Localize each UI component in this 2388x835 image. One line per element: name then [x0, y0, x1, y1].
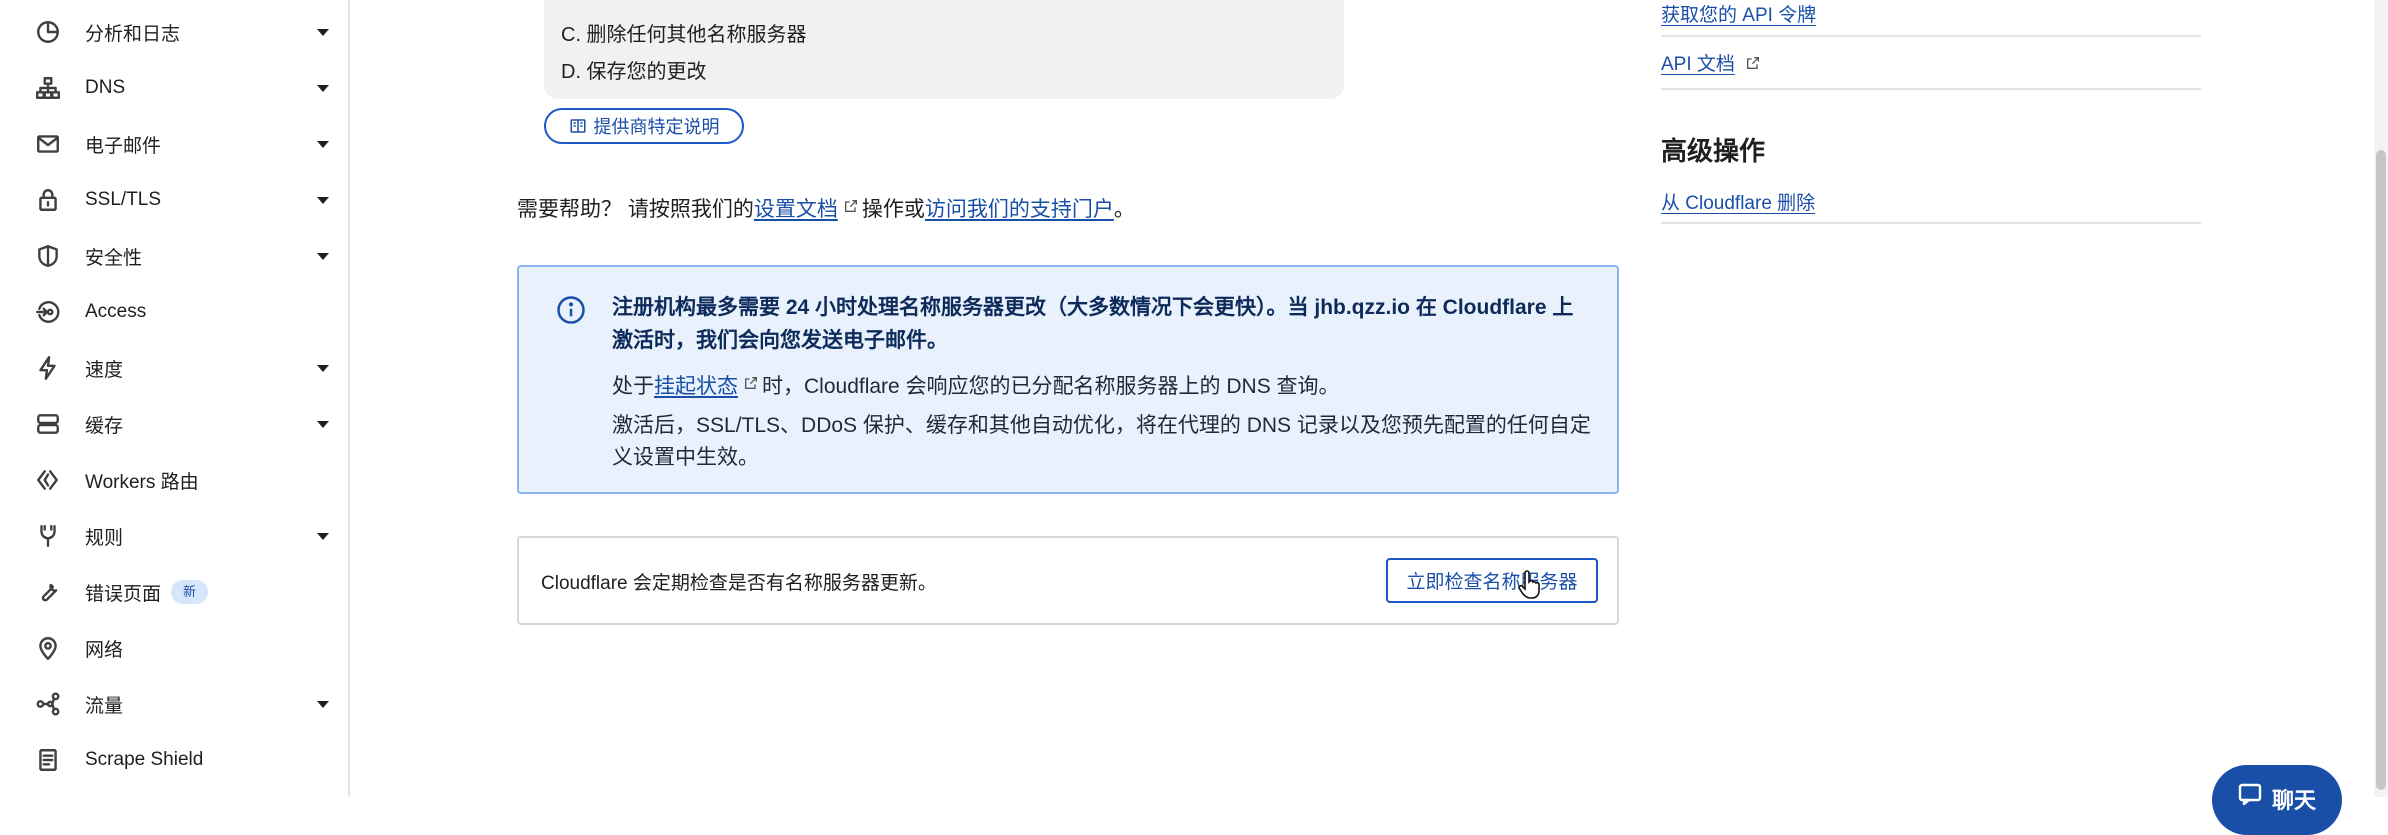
workers-icon	[34, 466, 62, 494]
pending-prefix: 处于	[612, 375, 654, 398]
advanced-actions-heading: 高级操作	[1661, 136, 1766, 166]
sitemap-icon	[34, 74, 62, 102]
sidebar-item-label: 速度	[85, 359, 124, 381]
activation-info-box: 注册机构最多需要 24 小时处理名称服务器更改（大多数情况下会更快）。当 jhb…	[517, 265, 1619, 494]
chevron-down-icon	[317, 28, 329, 36]
pending-suffix: 时，Cloudflare 会响应您的已分配名称服务器上的 DNS 查询。	[762, 375, 1340, 398]
setup-docs-link[interactable]: 设置文档	[754, 198, 838, 221]
check-nameservers-button[interactable]: 立即检查名称服务器	[1386, 558, 1598, 603]
sidebar-item-rules[interactable]: 规则	[0, 508, 348, 564]
chat-label: 聊天	[2271, 788, 2316, 813]
sidebar-item-label: Access	[85, 301, 147, 322]
sidebar-item-workers-routes[interactable]: Workers 路由	[0, 452, 348, 508]
sidebar-nav: 分析和日志 DNS 电子邮件 SSL/TLS 安全性 Access 速度 缓存 …	[0, 0, 350, 797]
help-text: 需要帮助？ 请按照我们的设置文档 操作或访问我们的支持门户。	[517, 193, 1135, 223]
sidebar-item-label: Workers 路由	[85, 471, 199, 493]
info-title: 注册机构最多需要 24 小时处理名称服务器更改（大多数情况下会更快）。当 jhb…	[612, 296, 1574, 352]
chevron-down-icon	[317, 532, 329, 540]
sidebar-item-security[interactable]: 安全性	[0, 228, 348, 284]
document-icon	[34, 746, 62, 774]
support-portal-link[interactable]: 访问我们的支持门户	[925, 198, 1114, 221]
divider	[1661, 35, 2201, 37]
map-pin-icon	[34, 634, 62, 662]
sidebar-item-label: 规则	[85, 527, 124, 549]
book-icon	[570, 119, 585, 133]
help-suffix: 。	[1113, 198, 1135, 221]
pending-state-link[interactable]: 挂起状态	[654, 375, 738, 398]
chevron-down-icon	[317, 364, 329, 372]
chevron-down-icon	[317, 700, 329, 708]
provider-instructions-label: 提供商特定说明	[593, 117, 720, 137]
sidebar-item-label: 电子邮件	[85, 135, 162, 157]
chat-button[interactable]: 聊天	[2212, 765, 2342, 835]
external-link-icon	[1745, 55, 1761, 71]
api-docs-link[interactable]: API 文档	[1661, 49, 1764, 76]
external-link-icon	[743, 369, 759, 389]
chat-bubble-icon	[2238, 783, 2262, 805]
pending-state-text: 处于挂起状态 时，Cloudflare 会响应您的已分配名称服务器上的 DNS 查…	[612, 369, 1592, 403]
shield-icon	[34, 242, 62, 270]
sidebar-item-error-pages[interactable]: 错误页面 新	[0, 564, 348, 620]
new-badge: 新	[171, 580, 209, 604]
access-icon	[34, 298, 62, 326]
scrollbar-thumb[interactable]	[2376, 150, 2386, 790]
sidebar-item-label: 流量	[85, 695, 124, 717]
network-icon	[34, 690, 62, 718]
sidebar-item-ssl-tls[interactable]: SSL/TLS	[0, 172, 348, 228]
chart-pie-icon	[34, 18, 62, 46]
help-prefix: 需要帮助？ 请按照我们的	[517, 198, 754, 221]
step-item: C. 删除任何其他名称服务器	[561, 24, 807, 46]
sidebar-item-network[interactable]: 网络	[0, 620, 348, 676]
get-api-token-link[interactable]: 获取您的 API 令牌	[1661, 0, 1816, 27]
instruction-steps-box	[544, 0, 1344, 99]
sidebar-item-traffic[interactable]: 流量	[0, 676, 348, 732]
activation-text: 激活后，SSL/TLS、DDoS 保护、缓存和其他自动优化，将在代理的 DNS …	[612, 414, 1591, 469]
sidebar-item-speed[interactable]: 速度	[0, 340, 348, 396]
mail-icon	[34, 130, 62, 158]
sidebar-item-label: SSL/TLS	[85, 189, 162, 210]
chevron-down-icon	[317, 140, 329, 148]
hand-cursor-icon	[1518, 570, 1540, 600]
periodic-check-text: Cloudflare 会定期检查是否有名称服务器更新。	[541, 573, 937, 594]
sidebar-item-label: 缓存	[85, 415, 124, 437]
help-middle: 操作或	[861, 198, 925, 221]
sidebar-item-scrape-shield[interactable]: Scrape Shield	[0, 732, 348, 788]
bolt-icon	[34, 354, 62, 382]
sidebar-item-label: 分析和日志	[85, 23, 181, 45]
chevron-down-icon	[317, 84, 329, 92]
wrench-icon	[34, 578, 62, 606]
sidebar-item-label: 错误页面	[85, 583, 162, 605]
sidebar-item-label: 安全性	[85, 247, 143, 269]
chevron-down-icon	[317, 420, 329, 428]
sidebar-item-analytics[interactable]: 分析和日志	[0, 4, 348, 60]
fork-icon	[34, 522, 62, 550]
sidebar-item-label: 网络	[85, 639, 124, 661]
nameserver-check-box: Cloudflare 会定期检查是否有名称服务器更新。 立即检查名称服务器	[517, 536, 1619, 625]
divider	[1661, 88, 2201, 90]
server-stack-icon	[34, 410, 62, 438]
sidebar-item-email[interactable]: 电子邮件	[0, 116, 348, 172]
provider-instructions-button[interactable]: 提供商特定说明	[544, 108, 744, 144]
lock-icon	[34, 186, 62, 214]
sidebar-item-dns[interactable]: DNS	[0, 60, 348, 116]
sidebar-item-cache[interactable]: 缓存	[0, 396, 348, 452]
sidebar-item-label: Scrape Shield	[85, 749, 204, 770]
chevron-down-icon	[317, 196, 329, 204]
sidebar-item-label: DNS	[85, 77, 126, 98]
external-link-icon	[843, 196, 859, 212]
sidebar-item-access[interactable]: Access	[0, 284, 348, 340]
step-item: D. 保存您的更改	[561, 61, 707, 83]
remove-from-cloudflare-link[interactable]: 从 Cloudflare 删除	[1661, 188, 1815, 215]
chevron-down-icon	[317, 252, 329, 260]
api-docs-label: API 文档	[1661, 54, 1735, 75]
divider	[1661, 222, 2201, 224]
info-icon	[556, 295, 586, 325]
